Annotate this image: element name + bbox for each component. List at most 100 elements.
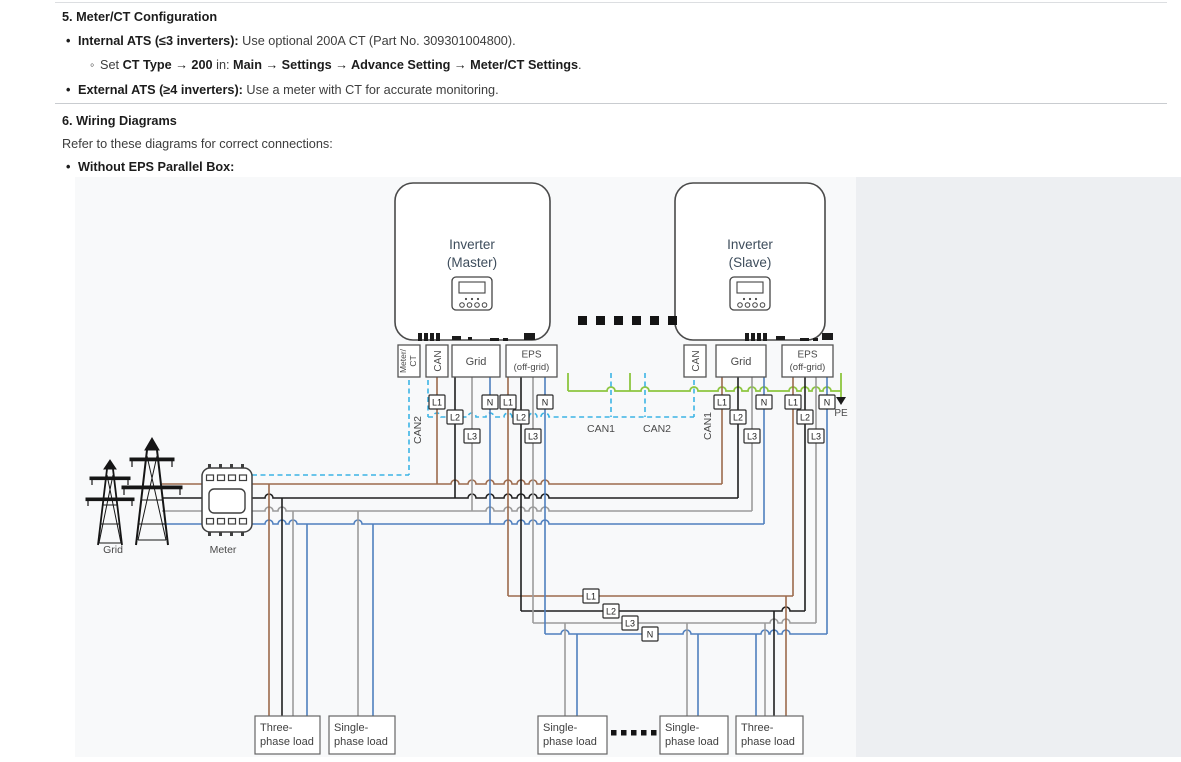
conductor-tag: L1: [429, 395, 445, 409]
load-label-1: Single-: [543, 722, 578, 734]
display-dot: [477, 298, 479, 300]
conductor-tag: L1: [583, 589, 599, 603]
tower-peak: [145, 438, 159, 450]
conductor-tag: N: [537, 395, 553, 409]
top-divider: [55, 2, 1167, 3]
conductor-tag-text: L2: [800, 413, 810, 423]
conductor-tag-text: L2: [606, 607, 616, 617]
bullet-text: Use a meter with CT for accurate monitor…: [243, 83, 499, 97]
inverter-terminal-mark: [776, 336, 785, 340]
load-label-1: Three-: [741, 722, 774, 734]
conductor-tag-text: L3: [528, 432, 538, 442]
inverter-terminal-mark: [751, 333, 755, 341]
bullet-text: Use optional 200A CT (Part No. 309301004…: [239, 34, 516, 48]
load-label-1: Three-: [260, 722, 293, 734]
tower-insulators: [132, 461, 172, 467]
bullet-marker: •: [66, 34, 78, 48]
tower-peak: [104, 460, 116, 469]
inverter-role: (Slave): [729, 255, 772, 270]
bullet-marker: •: [66, 83, 78, 97]
section6-heading: 6. Wiring Diagrams: [62, 114, 177, 128]
conductor-tag: L1: [500, 395, 516, 409]
load-label-1: Single-: [334, 722, 369, 734]
inverter-terminal-mark: [524, 333, 535, 340]
conductor-tag: L3: [622, 616, 638, 630]
ellipsis-dot: [614, 316, 623, 325]
meter-port: [207, 475, 214, 481]
display-dot: [749, 298, 751, 300]
conductor-tag-text: L3: [747, 432, 757, 442]
inverter-role: (Master): [447, 255, 497, 270]
inverter-terminal-mark: [813, 338, 818, 341]
inverter-terminal-mark: [430, 333, 434, 341]
tower-arm: [90, 477, 130, 480]
inverter-terminal-mark: [424, 333, 428, 341]
conductor-tag: L2: [603, 604, 619, 618]
meter-port: [229, 519, 236, 525]
conductor-tag-text: N: [542, 398, 549, 408]
display-screen: [737, 282, 763, 293]
conductor-tag: L3: [744, 429, 760, 443]
inverter-terminal-mark: [418, 333, 422, 341]
port-grid-label: Grid: [731, 356, 752, 368]
conductor-tag-text: L1: [503, 398, 513, 408]
ellipsis-dot: [651, 730, 657, 736]
conductor-tag-text: L2: [733, 413, 743, 423]
pe-label: PE: [834, 408, 848, 419]
ellipsis-dot: [641, 730, 647, 736]
inverter-terminal-mark: [436, 333, 440, 341]
wire-run-l2: [521, 607, 805, 611]
ellipsis-dot: [596, 316, 605, 325]
grid-tower-large: [122, 438, 182, 545]
conductor-tag: L2: [447, 410, 463, 424]
meter-port: [240, 519, 247, 525]
tower-insulators: [92, 480, 128, 485]
wire-run-can: [428, 413, 694, 417]
inverter-name: Inverter: [449, 237, 495, 252]
conductor-tag: L3: [464, 429, 480, 443]
can2-riser-label: CAN2: [412, 416, 424, 444]
inverter-terminal-mark: [452, 336, 461, 340]
load-label-2: phase load: [260, 736, 314, 748]
wire-run-pe: [568, 387, 841, 391]
conductor-tag-text: L3: [467, 432, 477, 442]
conductor-tag-text: N: [761, 398, 768, 408]
port-grid-label: Grid: [466, 356, 487, 368]
conductor-tag-text: L1: [788, 398, 798, 408]
conductor-tag: L2: [797, 410, 813, 424]
ellipsis-dot: [578, 316, 587, 325]
inverter-terminal-mark: [763, 333, 767, 341]
meter-label: Meter: [210, 544, 237, 556]
port-can-label: CAN: [691, 350, 702, 371]
conductor-tag: N: [482, 395, 498, 409]
conductor-tag: N: [819, 395, 835, 409]
wiring-diagram: Grid Meter Inverter (Master) Inverter (S…: [75, 177, 856, 757]
load-label-1: Single-: [665, 722, 700, 734]
pe-ground-arrow: [836, 397, 846, 405]
page-background-panel: [856, 177, 1181, 757]
conductor-tag: N: [756, 395, 772, 409]
slave-ports: CAN Grid EPS (off-grid): [684, 345, 833, 377]
tower-insulators: [124, 489, 180, 495]
sub-text-2: CT Type → 200: [123, 58, 213, 72]
meter-port: [240, 475, 247, 481]
meter: [202, 464, 252, 536]
conductor-tag-text: L2: [450, 413, 460, 423]
sub-bullet-marker: ◦: [90, 58, 100, 72]
meter-port: [207, 519, 214, 525]
display-screen: [459, 282, 485, 293]
inverter-master: Inverter (Master): [395, 183, 550, 340]
tower-legs: [136, 450, 168, 545]
conductor-tag: L3: [808, 429, 824, 443]
inverter-terminal-mark: [468, 337, 472, 340]
port-meter-ct-label-1: Meter/: [398, 348, 408, 373]
document-page: { "doc": { "markers": { "disc": "•", "ci…: [0, 0, 1181, 757]
bullet-without-eps: •Without EPS Parallel Box:: [66, 160, 234, 174]
load-label-2: phase load: [543, 736, 597, 748]
meter-port: [229, 475, 236, 481]
conductor-tag-text: L1: [586, 592, 596, 602]
inverter-terminal-mark: [822, 333, 833, 340]
ellipsis-dots: [578, 316, 677, 736]
bullet-bold-text: External ATS (≥4 inverters):: [78, 83, 243, 97]
conductor-tag-text: L2: [516, 413, 526, 423]
